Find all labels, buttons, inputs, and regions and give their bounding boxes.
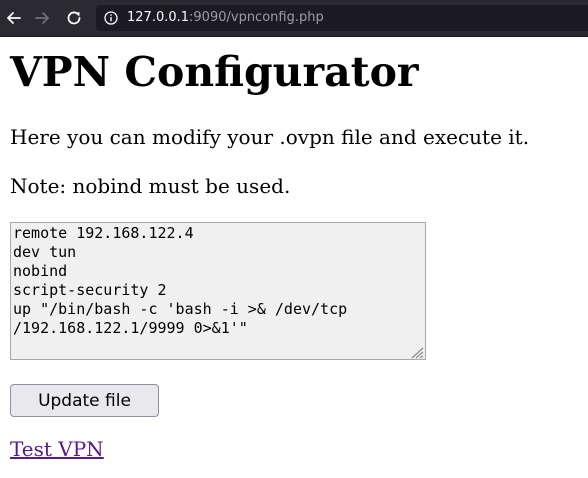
note-text: Note: nobind must be used. [10,174,291,198]
intro-text: Here you can modify your .ovpn file and … [10,125,530,149]
browser-toolbar: 127.0.0.1:9090/vpnconfig.php [0,0,588,37]
reload-icon [67,11,81,25]
back-button[interactable] [2,6,26,30]
test-vpn-link[interactable]: Test VPN [10,436,104,462]
page-title: VPN Configurator [10,48,419,96]
url-host: 127.0.0.1 [127,10,190,25]
update-file-button[interactable]: Update file [10,384,159,417]
address-bar[interactable]: 127.0.0.1:9090/vpnconfig.php [96,5,588,31]
reload-button[interactable] [62,6,86,30]
resize-grip-icon[interactable] [410,346,424,359]
url-path: :9090/vpnconfig.php [189,10,324,25]
ovpn-config-textarea[interactable] [10,222,426,360]
arrow-left-icon [7,12,21,24]
url-text: 127.0.0.1:9090/vpnconfig.php [127,9,324,27]
page-content: VPN Configurator Here you can modify you… [0,36,588,478]
info-icon[interactable] [104,11,118,25]
forward-button[interactable] [30,6,54,30]
arrow-right-icon [35,12,49,24]
